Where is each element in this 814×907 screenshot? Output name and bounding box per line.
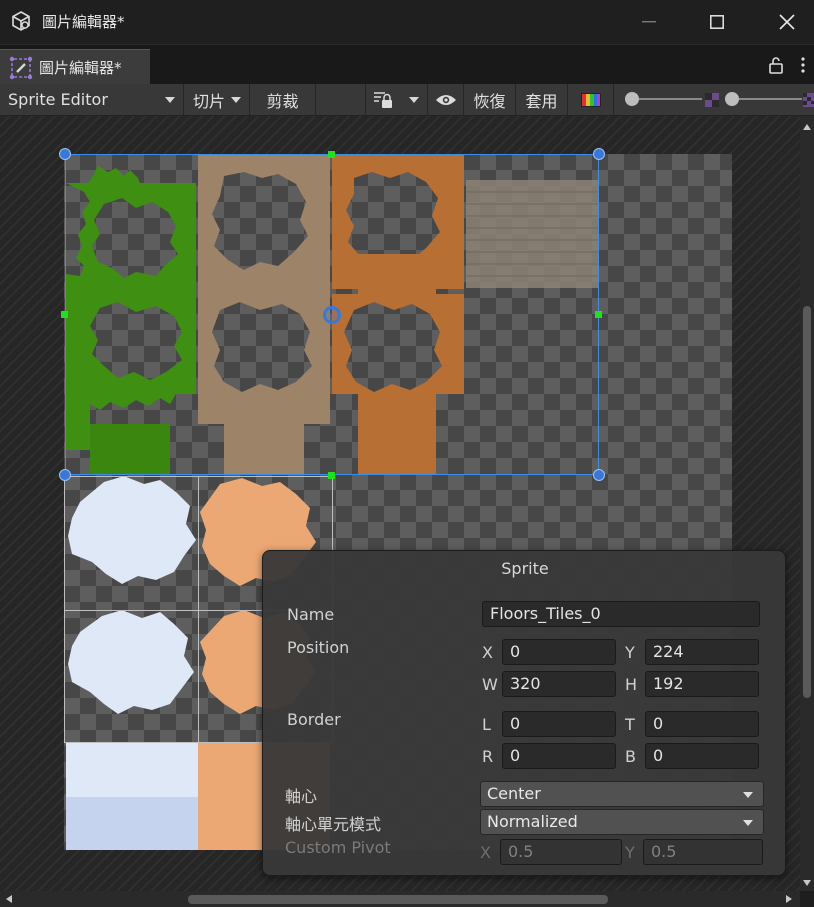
maximize-icon — [710, 15, 724, 29]
border-left-field[interactable]: 0 — [502, 711, 616, 737]
lock-icon[interactable] — [768, 56, 784, 74]
height-field[interactable]: 192 — [645, 671, 759, 697]
color-channel-button[interactable] — [568, 84, 614, 115]
editor-mode-label: Sprite Editor — [8, 90, 108, 109]
scroll-up-icon[interactable] — [803, 124, 811, 130]
vertical-scroll-thumb[interactable] — [803, 306, 811, 698]
sprite-properties-panel: Sprite Name Floors_Tiles_0 Position X 0 … — [262, 550, 786, 876]
height-label: H — [625, 675, 638, 694]
sprite-editor-icon — [9, 56, 33, 79]
resize-handle-top-right[interactable] — [593, 148, 605, 160]
resize-handle-bottom-left[interactable] — [59, 469, 71, 481]
chevron-down-icon — [165, 96, 175, 103]
snap-lock-icon — [374, 91, 392, 108]
resize-handle-left[interactable] — [61, 311, 68, 318]
pivot-label: 軸心 — [285, 787, 318, 806]
unity-cube-icon — [12, 11, 30, 31]
horizontal-scrollbar[interactable] — [0, 891, 800, 907]
mipmap-slider-handle[interactable] — [725, 92, 739, 106]
maximize-button[interactable] — [682, 0, 752, 44]
close-icon — [779, 14, 795, 30]
title-bar: 圖片編輯器* — [0, 0, 814, 44]
resize-handle-top[interactable] — [328, 151, 335, 158]
position-y-field[interactable]: 224 — [645, 639, 759, 665]
window-title: 圖片編輯器* — [42, 13, 125, 31]
chevron-down-icon — [409, 96, 419, 103]
border-top-label: T — [625, 715, 635, 734]
revert-label: 恢復 — [473, 91, 506, 111]
chevron-down-icon — [743, 820, 753, 826]
position-y-label: Y — [625, 643, 635, 662]
sprite-editor-toolbar: Sprite Editor 切片 剪裁 恢復 套用 — [0, 84, 814, 116]
close-button[interactable] — [752, 0, 814, 44]
chevron-down-icon — [231, 96, 241, 103]
resize-handle-top-left[interactable] — [59, 148, 71, 160]
position-x-field[interactable]: 0 — [502, 639, 616, 665]
alpha-slider[interactable] — [620, 84, 704, 115]
resize-handle-right[interactable] — [595, 311, 602, 318]
custom-pivot-label: Custom Pivot — [285, 838, 391, 857]
pivot-unit-mode-dropdown[interactable]: Normalized — [480, 809, 764, 835]
alpha-checker-icon — [705, 93, 719, 107]
trim-label: 剪裁 — [266, 91, 299, 111]
border-label: Border — [287, 710, 341, 729]
pivot-dropdown[interactable]: Center — [480, 781, 764, 807]
visibility-toggle[interactable] — [428, 84, 464, 115]
mipmap-slider-track — [732, 98, 802, 100]
slice-dropdown[interactable]: 切片 — [184, 84, 250, 115]
pivot-dropdown-value: Center — [487, 784, 541, 803]
name-field[interactable]: Floors_Tiles_0 — [482, 601, 760, 627]
scroll-left-icon[interactable] — [6, 895, 12, 903]
panel-title: Sprite — [501, 559, 549, 578]
more-options-icon[interactable] — [798, 55, 808, 75]
resize-handle-bottom[interactable] — [328, 472, 335, 479]
mipmap-slider[interactable] — [722, 84, 802, 115]
border-right-label: R — [482, 747, 494, 766]
custom-pivot-y-field[interactable]: 0.5 — [643, 839, 763, 865]
editor-mode-dropdown[interactable]: Sprite Editor — [0, 84, 184, 115]
border-bottom-label: B — [625, 747, 636, 766]
pivot-handle[interactable] — [323, 306, 341, 324]
eye-icon — [435, 94, 456, 105]
width-label: W — [482, 675, 498, 694]
alpha-slider-track — [630, 98, 702, 100]
toolbar-spacer — [316, 84, 366, 115]
revert-button[interactable]: 恢復 — [464, 84, 516, 115]
slice-label: 切片 — [193, 91, 226, 111]
custom-pivot-y-label: Y — [625, 843, 635, 862]
minimize-icon — [642, 21, 656, 23]
chevron-down-icon — [743, 792, 753, 798]
tab-label: 圖片編輯器* — [39, 59, 122, 77]
vertical-scrollbar[interactable] — [800, 116, 814, 891]
trim-button[interactable]: 剪裁 — [250, 84, 316, 115]
border-top-field[interactable]: 0 — [645, 711, 759, 737]
border-bottom-field[interactable]: 0 — [645, 743, 759, 769]
pivot-unit-mode-label: 軸心單元模式 — [285, 815, 382, 834]
snap-lock-dropdown[interactable] — [366, 84, 428, 115]
name-label: Name — [287, 605, 335, 624]
border-left-label: L — [482, 715, 491, 734]
custom-pivot-x-label: X — [480, 843, 491, 862]
border-right-field[interactable]: 0 — [502, 743, 616, 769]
rgb-channel-icon — [580, 92, 601, 107]
alpha-slider-handle[interactable] — [625, 92, 639, 106]
pivot-unit-mode-value: Normalized — [487, 812, 578, 831]
apply-label: 套用 — [525, 91, 558, 111]
apply-button[interactable]: 套用 — [516, 84, 568, 115]
tab-bar: 圖片編輯器* — [0, 44, 814, 85]
horizontal-scroll-thumb[interactable] — [188, 895, 608, 904]
position-label: Position — [287, 638, 350, 657]
resize-handle-bottom-right[interactable] — [593, 469, 605, 481]
position-x-label: X — [482, 643, 493, 662]
minimize-button[interactable] — [614, 0, 684, 44]
width-field[interactable]: 320 — [502, 671, 616, 697]
tab-sprite-editor[interactable]: 圖片編輯器* — [0, 49, 150, 85]
custom-pivot-x-field[interactable]: 0.5 — [500, 839, 622, 865]
scroll-right-icon[interactable] — [786, 895, 792, 903]
ice-tiles — [66, 476, 198, 850]
mipmap-checker-icon — [803, 93, 814, 107]
scroll-down-icon[interactable] — [803, 880, 811, 886]
